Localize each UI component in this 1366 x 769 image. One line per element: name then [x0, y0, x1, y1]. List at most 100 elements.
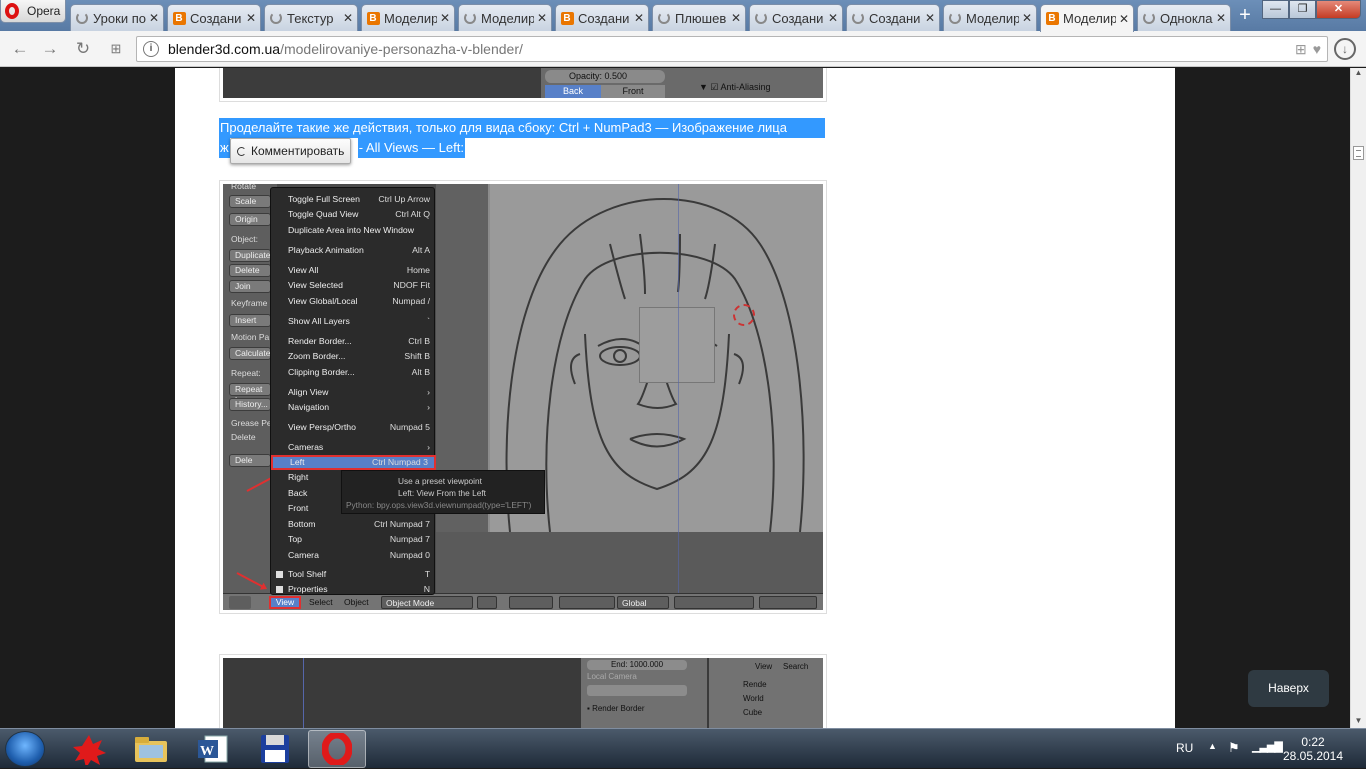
- scrollbar[interactable]: ▲ ▼: [1350, 68, 1366, 728]
- browser-tab[interactable]: Уроки по ✕: [70, 4, 164, 31]
- language-indicator[interactable]: RU: [1176, 741, 1193, 755]
- new-tab-button[interactable]: +: [1236, 5, 1254, 25]
- menu-item-shortcut: ›: [427, 442, 430, 452]
- reload-icon[interactable]: ↻: [73, 39, 93, 59]
- browser-tab[interactable]: B Моделир ✕: [361, 4, 455, 31]
- tool-shelf-button: Scale: [229, 195, 271, 208]
- tab-label: Моделир: [1063, 11, 1116, 26]
- article-image-1: Opacity: 0.500 Back Front ▼ ☑ Anti-Alias…: [219, 68, 827, 102]
- back-to-top-button[interactable]: Наверх: [1248, 670, 1329, 707]
- browser-tab[interactable]: Создани ✕: [749, 4, 843, 31]
- browser-tab[interactable]: B Создани ✕: [167, 4, 261, 31]
- loading-icon: [1142, 11, 1156, 25]
- checkbox-icon: [276, 586, 283, 593]
- close-tab-icon[interactable]: ✕: [1022, 11, 1032, 25]
- scroll-thumb[interactable]: [1353, 146, 1364, 160]
- browser-tab[interactable]: Создани ✕: [846, 4, 940, 31]
- word-icon[interactable]: W: [184, 730, 242, 768]
- close-tab-icon[interactable]: ✕: [731, 11, 741, 25]
- page-viewport: Opacity: 0.500 Back Front ▼ ☑ Anti-Alias…: [0, 68, 1366, 728]
- close-tab-icon[interactable]: ✕: [1216, 11, 1226, 25]
- start-button[interactable]: [5, 731, 45, 767]
- browser-tab[interactable]: B Моделир ✕: [1040, 4, 1134, 32]
- stash-icon[interactable]: ⊞: [1295, 41, 1307, 58]
- render-border-checkbox: ▪ Render Border: [587, 704, 645, 713]
- menu-item-shortcut: Ctrl Numpad 3: [371, 457, 428, 467]
- game-app-icon[interactable]: [60, 730, 118, 768]
- menu-item-label: Toggle Full Screen: [288, 194, 360, 204]
- forward-icon[interactable]: →: [40, 39, 60, 59]
- menu-item-label: Playback Animation: [288, 245, 364, 255]
- close-tab-icon[interactable]: ✕: [925, 11, 935, 25]
- outliner-search-menu: Search: [783, 662, 809, 671]
- close-tab-icon[interactable]: ✕: [440, 11, 450, 25]
- tool-shelf-button: Dele: [229, 454, 271, 467]
- menu-item-shortcut: ›: [427, 402, 430, 412]
- browser-tab[interactable]: Одноклас✕: [1137, 4, 1231, 31]
- browser-tab[interactable]: Моделир ✕: [943, 4, 1037, 31]
- menu-item-shortcut: T: [424, 569, 430, 579]
- url-path: /modelirovaniye-personazha-v-blender/: [280, 41, 523, 57]
- menu-item-label: View Persp/Ortho: [288, 422, 356, 432]
- close-tab-icon[interactable]: ✕: [149, 11, 159, 25]
- download-icon[interactable]: ↓: [1334, 38, 1356, 60]
- url-field[interactable]: i blender3d.com.ua/modelirovaniye-person…: [136, 36, 1328, 62]
- menu-item-label: Cameras: [288, 442, 324, 452]
- opera-menu-button[interactable]: Opera: [0, 0, 66, 23]
- tooltip: Use a preset viewpoint Left: View From t…: [341, 470, 545, 514]
- close-tab-icon[interactable]: ✕: [343, 11, 353, 25]
- front-button: Front: [601, 85, 665, 98]
- menu-item-shortcut: Ctrl Alt Q: [395, 209, 430, 219]
- comment-button[interactable]: Комментировать: [230, 138, 352, 164]
- menu-item-shortcut: Numpad 7: [389, 534, 430, 544]
- scroll-down-icon[interactable]: ▼: [1351, 716, 1366, 728]
- tooltip-line-2: Left: View From the Left: [398, 488, 486, 498]
- view-menu-item: Properties N: [271, 582, 436, 597]
- opera-icon[interactable]: [308, 730, 366, 768]
- bookmark-heart-icon[interactable]: ♥: [1313, 41, 1321, 58]
- menu-item-label: View All: [288, 265, 319, 275]
- tray-expand-icon[interactable]: ▲: [1208, 741, 1217, 751]
- menu-item-shortcut: Ctrl B: [408, 336, 430, 346]
- menu-item-label: Properties: [288, 584, 328, 594]
- tool-shelf-label: Repeat:: [231, 368, 261, 378]
- close-tab-icon[interactable]: ✕: [537, 11, 547, 25]
- close-tab-icon[interactable]: ✕: [634, 11, 644, 25]
- tool-shelf-button: Delete: [229, 264, 271, 277]
- browser-tab[interactable]: Плюшев ✕: [652, 4, 746, 31]
- pivot-icon: [509, 596, 553, 609]
- paragraph-line-2-end: - All Views — Left:: [357, 138, 465, 158]
- tab-label: Создани: [190, 10, 242, 26]
- site-info-icon[interactable]: i: [143, 41, 159, 57]
- scroll-up-icon[interactable]: ▲: [1351, 68, 1366, 80]
- view-menu-item: Left Ctrl Numpad 3: [271, 455, 436, 470]
- back-button: Back: [545, 85, 601, 98]
- article-image-3: End: 1000.000 Local Camera ▪ Render Bord…: [219, 654, 827, 728]
- tool-shelf-label: Keyframe: [231, 298, 268, 308]
- view-menu-item: Toggle Quad View Ctrl Alt Q: [271, 207, 436, 222]
- tool-shelf-label: Delete: [231, 432, 256, 442]
- maximize-button[interactable]: ❐: [1289, 0, 1316, 19]
- close-window-button[interactable]: ✕: [1316, 0, 1361, 19]
- browser-tab[interactable]: B Создани ✕: [555, 4, 649, 31]
- clock[interactable]: 0:22 28.05.2014: [1278, 735, 1348, 763]
- close-tab-icon[interactable]: ✕: [1119, 12, 1129, 26]
- minimize-button[interactable]: —: [1262, 0, 1289, 19]
- explorer-icon[interactable]: [122, 730, 180, 768]
- back-icon[interactable]: ←: [10, 39, 30, 59]
- browser-tab[interactable]: Моделир ✕: [458, 4, 552, 31]
- editor-type-icon: [229, 596, 251, 609]
- speed-dial-icon[interactable]: ⊞: [106, 39, 126, 59]
- close-tab-icon[interactable]: ✕: [828, 11, 838, 25]
- view-menu-item: Render Border... Ctrl B: [271, 334, 436, 349]
- outliner-item: Cube: [743, 708, 763, 717]
- browser-tab[interactable]: Текстур ✕: [264, 4, 358, 31]
- blender-icon: B: [172, 11, 186, 25]
- tab-label: Одноклас: [1160, 10, 1213, 26]
- menu-item-label: Top: [288, 534, 303, 544]
- save-app-icon[interactable]: [246, 730, 304, 768]
- menu-item-shortcut: Ctrl Numpad 7: [373, 519, 430, 529]
- close-tab-icon[interactable]: ✕: [246, 11, 256, 25]
- view-menu-item: Navigation ›: [271, 400, 436, 415]
- action-center-icon[interactable]: ⚑: [1228, 740, 1240, 756]
